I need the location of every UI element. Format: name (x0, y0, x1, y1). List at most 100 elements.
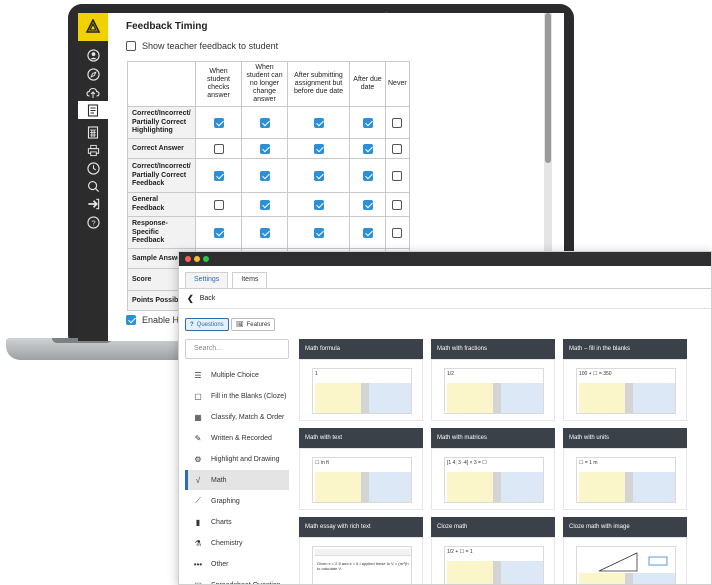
table-cell (195, 216, 242, 250)
table-cell (287, 158, 350, 194)
category-item[interactable]: ☰ Multiple Choice (185, 365, 289, 385)
category-item[interactable]: ⟋ Graphing (185, 491, 289, 511)
timing-checkbox[interactable] (313, 143, 324, 154)
category-label: Chemistry (211, 539, 243, 547)
timing-checkbox[interactable] (392, 199, 403, 210)
card-preview: Given x = 2.5 and k = 6 I applied these … (299, 537, 423, 584)
category-item[interactable]: ⚗ Chemistry (185, 533, 289, 553)
timing-checkbox[interactable] (259, 227, 270, 238)
timing-checkbox[interactable] (213, 199, 224, 210)
card-title: Math with matrices (431, 428, 555, 448)
search-input[interactable]: Search... (185, 339, 289, 359)
table-cell (241, 158, 288, 194)
category-item[interactable]: ▢ Fill in the Blanks (Cloze) (185, 386, 289, 406)
timing-checkbox[interactable] (392, 170, 403, 181)
timing-checkbox[interactable] (313, 170, 324, 181)
table-cell (195, 158, 242, 194)
timing-checkbox[interactable] (213, 143, 224, 154)
show-teacher-feedback-checkbox[interactable] (126, 41, 136, 51)
features-toggle-button[interactable]: 🖼 Features (231, 318, 276, 331)
timing-checkbox[interactable] (392, 117, 403, 128)
cloud-icon[interactable] (84, 84, 102, 102)
user-icon[interactable] (84, 46, 102, 64)
enable-hint-checkbox[interactable] (126, 315, 136, 325)
svg-text:?: ? (91, 218, 95, 227)
preview-thumbnail: [1 4; 3 -4] × 3 = ☐ (444, 457, 544, 503)
question-type-card[interactable]: Math with text ☐ in ft (299, 428, 423, 510)
logout-icon[interactable] (84, 195, 102, 213)
card-preview: 100 + ☐ = 350 (563, 359, 687, 421)
question-type-card[interactable]: Math formula 1 (299, 339, 423, 421)
table-row: Correct/Incorrect/ Partially Correct Hig… (127, 106, 410, 140)
math-keypad (579, 573, 675, 584)
timing-checkbox[interactable] (213, 227, 224, 238)
question-mark-icon: ? (190, 321, 194, 328)
timing-checkbox[interactable] (313, 199, 324, 210)
question-type-card[interactable]: Math with units ☐ = 1 m (563, 428, 687, 510)
back-link[interactable]: ❮ Back (187, 294, 215, 303)
question-type-card[interactable]: Math with fractions 1/2 (431, 339, 555, 421)
category-item[interactable]: √ Math (185, 470, 289, 490)
timing-checkbox[interactable] (362, 170, 373, 181)
close-dot[interactable] (185, 256, 191, 262)
timing-checkbox[interactable] (392, 143, 403, 154)
print-icon[interactable] (84, 141, 102, 159)
question-type-card[interactable]: Math with matrices [1 4; 3 -4] × 3 = ☐ (431, 428, 555, 510)
question-type-card[interactable]: Math – fill in the blanks 100 + ☐ = 350 (563, 339, 687, 421)
question-type-card[interactable]: Math essay with rich text Given x = 2.5 a… (299, 517, 423, 584)
row-label: Correct/Incorrect/ Partially Correct Fee… (127, 158, 196, 194)
tab-settings[interactable]: Settings (185, 272, 229, 288)
card-preview: 1/2 + ☐ = 1 (431, 537, 555, 584)
preview-thumbnail: 1 (312, 368, 412, 414)
category-item[interactable]: ▤ Spreadsheet Question (185, 575, 289, 585)
preview-thumbnail: 1/2 (444, 368, 544, 414)
app-logo[interactable] (78, 13, 108, 41)
category-label: Written & Recorded (211, 434, 272, 442)
category-item[interactable]: ▦ Classify, Match & Order (185, 407, 289, 427)
preview-thumbnail: 1/2 + ☐ = 1 (444, 546, 544, 584)
question-type-card[interactable]: Cloze math 1/2 + ☐ = 1 (431, 517, 555, 584)
timing-checkbox[interactable] (362, 117, 373, 128)
category-item[interactable]: ••• Other (185, 554, 289, 574)
timing-checkbox[interactable] (213, 117, 224, 128)
category-item[interactable]: ▮ Charts (185, 512, 289, 532)
calculator-icon[interactable] (84, 123, 102, 141)
timing-checkbox[interactable] (313, 117, 324, 128)
search-icon[interactable] (84, 177, 102, 195)
preview-thumbnail: Given x = 2.5 and k = 6 I applied these … (312, 546, 412, 584)
category-item[interactable]: ⚙ Highlight and Drawing (185, 449, 289, 469)
tab-items[interactable]: Items (232, 272, 268, 288)
math-keypad (315, 383, 411, 413)
help-icon[interactable]: ? (84, 213, 102, 231)
questions-toggle-button[interactable]: ? Questions (185, 318, 229, 331)
more-icon: ••• (193, 559, 203, 569)
compass-icon[interactable] (84, 65, 102, 83)
show-teacher-feedback-row: Show teacher feedback to student (126, 41, 278, 51)
maximize-dot[interactable] (203, 256, 209, 262)
timing-checkbox[interactable] (259, 143, 270, 154)
features-toggle-label: Features (246, 321, 271, 328)
scrollbar-thumb[interactable] (545, 13, 551, 163)
timing-checkbox[interactable] (259, 170, 270, 181)
timing-checkbox[interactable] (362, 227, 373, 238)
timing-checkbox[interactable] (362, 199, 373, 210)
question-type-card[interactable]: Cloze math with image (563, 517, 687, 584)
table-row: General Feedback (127, 192, 410, 218)
timing-checkbox[interactable] (259, 199, 270, 210)
timing-checkbox[interactable] (313, 227, 324, 238)
category-label: Spreadsheet Question (211, 581, 281, 585)
table-header: When student can no longer change answer (241, 60, 288, 108)
preview-thumbnail: ☐ = 1 m (576, 457, 676, 503)
timing-checkbox[interactable] (259, 117, 270, 128)
math-keypad (447, 472, 543, 502)
minimize-dot[interactable] (194, 256, 200, 262)
document-icon[interactable] (78, 101, 108, 119)
clock-icon[interactable] (84, 159, 102, 177)
editor-toolbar (315, 549, 411, 556)
sheet-icon: ▤ (194, 580, 202, 585)
row-label: General Feedback (127, 192, 196, 218)
timing-checkbox[interactable] (213, 170, 224, 181)
timing-checkbox[interactable] (392, 227, 403, 238)
category-item[interactable]: ✎ Written & Recorded (185, 428, 289, 448)
timing-checkbox[interactable] (362, 143, 373, 154)
